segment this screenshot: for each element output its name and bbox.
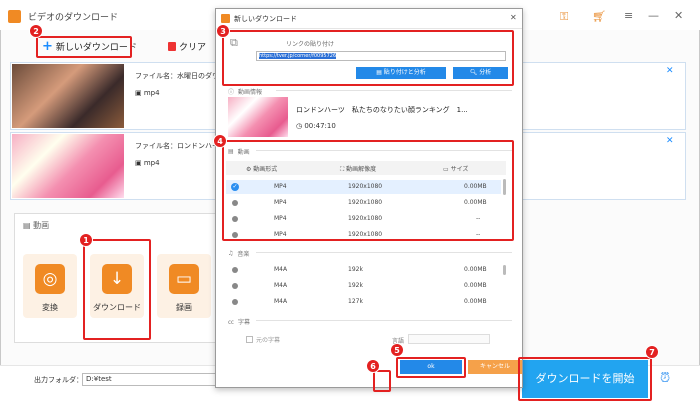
highlight-start-download [518, 357, 652, 401]
highlight-video-section [222, 140, 514, 241]
audio-row[interactable]: M4A 192k 0.00MB [226, 279, 501, 293]
dialog-close-icon[interactable]: ✕ [510, 13, 517, 22]
trash-icon [168, 42, 176, 51]
cart-icon[interactable]: 🛒︎ [592, 10, 606, 23]
divider [256, 320, 512, 321]
monitor-icon: ▭ [169, 264, 199, 294]
format-panel-header: ▤ 動画 [23, 221, 50, 230]
app-logo-icon [8, 10, 21, 23]
radio-icon [232, 267, 238, 273]
checkbox-icon [246, 336, 253, 343]
music-icon: ♫ [228, 250, 234, 257]
step-badge-6: 6 [366, 359, 380, 373]
audio-row[interactable]: M4A 192k 0.00MB [226, 263, 501, 277]
window-title: ビデオのダウンロード [28, 13, 119, 23]
audio-scrollbar[interactable] [503, 265, 506, 275]
radio-icon [232, 299, 238, 305]
divider [276, 90, 512, 91]
language-select[interactable] [408, 334, 490, 344]
key-icon[interactable]: ⚿ [560, 10, 568, 24]
audio-row[interactable]: M4A 127k 0.00MB [226, 295, 501, 309]
menu-icon[interactable]: ≡ [624, 9, 633, 22]
task-format: ▣ mp4 [135, 159, 160, 167]
dialog-thumbnail [228, 97, 288, 137]
step-badge-3: 3 [216, 24, 230, 38]
video-file-icon: ▣ [135, 89, 144, 97]
highlight-new-download [36, 36, 132, 58]
original-subtitle-checkbox[interactable]: 元の字幕 [246, 335, 280, 344]
video-thumbnail [12, 134, 124, 198]
minimize-icon[interactable]: — [648, 9, 659, 22]
info-icon: ⓘ [228, 89, 235, 96]
close-icon[interactable]: ✕ [674, 9, 683, 22]
film-icon: ◎ [35, 264, 65, 294]
cancel-button[interactable]: キャンセル [468, 360, 522, 374]
task-format: ▣ mp4 [135, 89, 160, 97]
tile-convert-label: 変換 [42, 303, 58, 312]
cc-icon: ㏄ [228, 319, 235, 326]
subtitle-section-header: ㏄字幕 [228, 319, 251, 326]
task-close-icon[interactable]: ✕ [666, 66, 674, 76]
step-badge-1: 1 [79, 233, 93, 247]
clear-button[interactable]: クリア [168, 40, 206, 53]
video-section-icon: ▤ [23, 221, 34, 230]
video-file-icon: ▣ [135, 159, 144, 167]
alarm-clock-icon[interactable]: ⏰︎ [660, 371, 670, 386]
step-badge-4: 4 [213, 134, 227, 148]
step-badge-7: 7 [645, 345, 659, 359]
radio-icon [232, 283, 238, 289]
output-folder-label: 出力フォルダ： [34, 376, 83, 384]
task-close-icon[interactable]: ✕ [666, 136, 674, 146]
dialog-app-icon [221, 14, 230, 23]
step-badge-2: 2 [29, 24, 43, 38]
tile-convert[interactable]: ◎ 変換 [23, 254, 77, 318]
audio-section-header: ♫ 音楽 [228, 250, 250, 258]
highlight-path-dropdown [373, 370, 391, 392]
highlight-ok-button [396, 357, 466, 378]
video-info-header: ⓘ 動画情報 [228, 89, 263, 96]
step-badge-5: 5 [390, 343, 404, 357]
clear-label: クリア [179, 43, 207, 53]
tile-record[interactable]: ▭ 録画 [157, 254, 211, 318]
video-duration: ◷ 00:47:10 [296, 122, 336, 130]
dialog-title: 新しいダウンロード [234, 15, 297, 23]
video-title: ロンドンハーツ 私たちのなりたい顔ランキング 1... [296, 106, 468, 114]
dialog-title-bar: 新しいダウンロード ✕ [216, 9, 522, 29]
highlight-download-tile [83, 239, 151, 340]
highlight-link-area [222, 30, 514, 86]
tile-record-label: 録画 [176, 303, 192, 312]
divider [256, 252, 512, 253]
video-thumbnail [12, 64, 124, 128]
